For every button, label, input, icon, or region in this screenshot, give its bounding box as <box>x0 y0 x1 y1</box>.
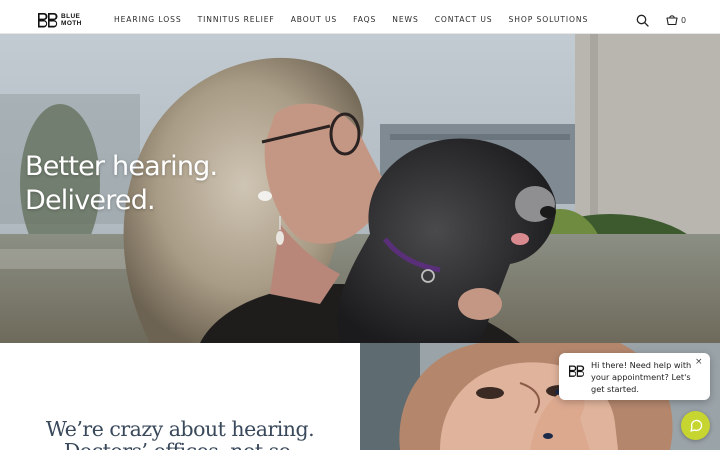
search-icon[interactable] <box>636 14 649 27</box>
nav-faqs[interactable]: FAQS <box>353 15 376 24</box>
chat-brand-icon <box>569 365 585 377</box>
hero-headline-line1: Better hearing. <box>25 151 218 182</box>
nav-contact-us[interactable]: CONTACT US <box>435 15 493 24</box>
chat-launcher-button[interactable] <box>681 411 710 440</box>
nav-about-us[interactable]: ABOUT US <box>291 15 337 24</box>
chat-popup[interactable]: Hi there! Need help with your appointmen… <box>559 353 710 400</box>
hero-headline: Better hearing. Delivered. <box>25 150 218 218</box>
nav-hearing-loss[interactable]: HEARING LOSS <box>114 15 182 24</box>
chat-icon <box>689 419 702 432</box>
cart-icon <box>666 15 678 26</box>
hero-headline-line2: Delivered. <box>25 185 156 216</box>
top-navigation: BLUE MOTH HEARING LOSS TINNITUS RELIEF A… <box>0 0 720 34</box>
section-heading-line1: We’re crazy about hearing. <box>45 417 315 441</box>
cart-button[interactable]: 0 <box>666 14 686 26</box>
section-heading-line2: Doctors’ offices, not so. <box>0 439 360 450</box>
nav-shop-solutions[interactable]: SHOP SOLUTIONS <box>509 15 589 24</box>
nav-news[interactable]: NEWS <box>392 15 418 24</box>
hero-banner: Better hearing. Delivered. <box>0 34 720 343</box>
main-menu: HEARING LOSS TINNITUS RELIEF ABOUT US FA… <box>114 15 604 24</box>
close-icon[interactable]: × <box>695 357 703 367</box>
brand-wordmark: BLUE MOTH <box>61 13 82 27</box>
brand-logo[interactable]: BLUE MOTH <box>36 11 82 29</box>
chat-message: Hi there! Need help with your appointmen… <box>591 360 692 394</box>
brand-name-line1: BLUE <box>61 13 81 20</box>
brand-name-line2: MOTH <box>61 20 82 27</box>
logo-mark-icon <box>38 13 58 28</box>
cart-count: 0 <box>681 15 687 25</box>
intro-section: We’re crazy about hearing. Doctors’ offi… <box>0 343 360 450</box>
nav-tinnitus-relief[interactable]: TINNITUS RELIEF <box>198 15 275 24</box>
